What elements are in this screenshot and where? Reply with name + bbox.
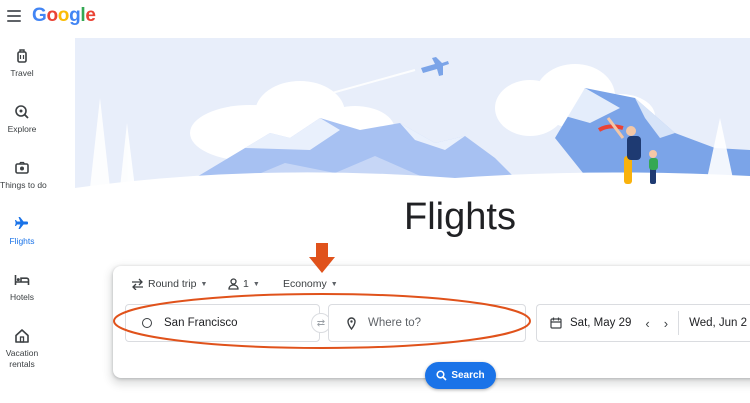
person-icon	[228, 278, 239, 290]
search-button-label: Search	[451, 370, 485, 381]
return-date[interactable]: Wed, Jun 2	[689, 317, 747, 329]
sidebar-item-hotels[interactable]: Hotels	[0, 272, 44, 303]
sidebar-item-things-to-do[interactable]: Things to do	[0, 160, 47, 191]
caret-down-icon: ▼	[252, 280, 260, 288]
main-menu-button[interactable]	[7, 10, 21, 22]
page-title: Flights	[404, 196, 516, 238]
trip-type-label: Round trip	[148, 278, 197, 290]
sidebar-item-label: Hotels	[9, 292, 35, 302]
date-divider	[678, 311, 680, 335]
departure-date[interactable]: Sat, May 29	[570, 317, 631, 329]
annotation-highlight-ellipse	[113, 293, 531, 349]
next-date-button[interactable]: ›	[664, 316, 668, 331]
sidebar-item-label: Vacation rentals	[5, 348, 39, 369]
passengers-count: 1	[243, 278, 249, 290]
sidebar-item-label: Things to do	[0, 180, 47, 190]
sidebar-item-explore[interactable]: Explore	[0, 104, 44, 135]
annotation-arrow-icon	[309, 243, 335, 273]
luggage-icon	[17, 49, 27, 63]
logo-letter: e	[85, 5, 96, 26]
explore-icon	[15, 105, 29, 119]
bed-icon	[14, 275, 30, 285]
date-range-field[interactable]: Sat, May 29 ‹ › Wed, Jun 2	[536, 304, 750, 342]
trip-type-dropdown[interactable]: Round trip ▼	[131, 278, 207, 290]
google-logo[interactable]: Google	[32, 5, 96, 27]
house-icon	[15, 329, 29, 343]
calendar-icon	[550, 317, 562, 329]
round-trip-icon	[132, 278, 143, 290]
logo-letter: o	[46, 5, 58, 26]
sidebar-item-vacation-rentals[interactable]: Vacation rentals	[0, 328, 44, 370]
sidebar-item-label: Travel	[10, 68, 34, 78]
camera-icon	[15, 161, 29, 174]
search-button[interactable]: Search	[425, 362, 496, 389]
logo-letter: G	[32, 5, 47, 26]
caret-down-icon: ▼	[200, 280, 208, 288]
logo-letter: g	[69, 5, 81, 26]
search-icon	[436, 370, 447, 381]
cabin-class-dropdown[interactable]: Economy ▼	[283, 278, 338, 290]
logo-letter: o	[57, 5, 70, 26]
previous-date-button[interactable]: ‹	[645, 316, 649, 331]
caret-down-icon: ▼	[330, 280, 338, 288]
sidebar-item-travel[interactable]: Travel	[0, 48, 44, 79]
hero-illustration	[75, 38, 750, 198]
sidebar-item-label: Explore	[7, 124, 37, 134]
passengers-dropdown[interactable]: 1 ▼	[228, 278, 260, 290]
cabin-class-label: Economy	[283, 278, 327, 290]
